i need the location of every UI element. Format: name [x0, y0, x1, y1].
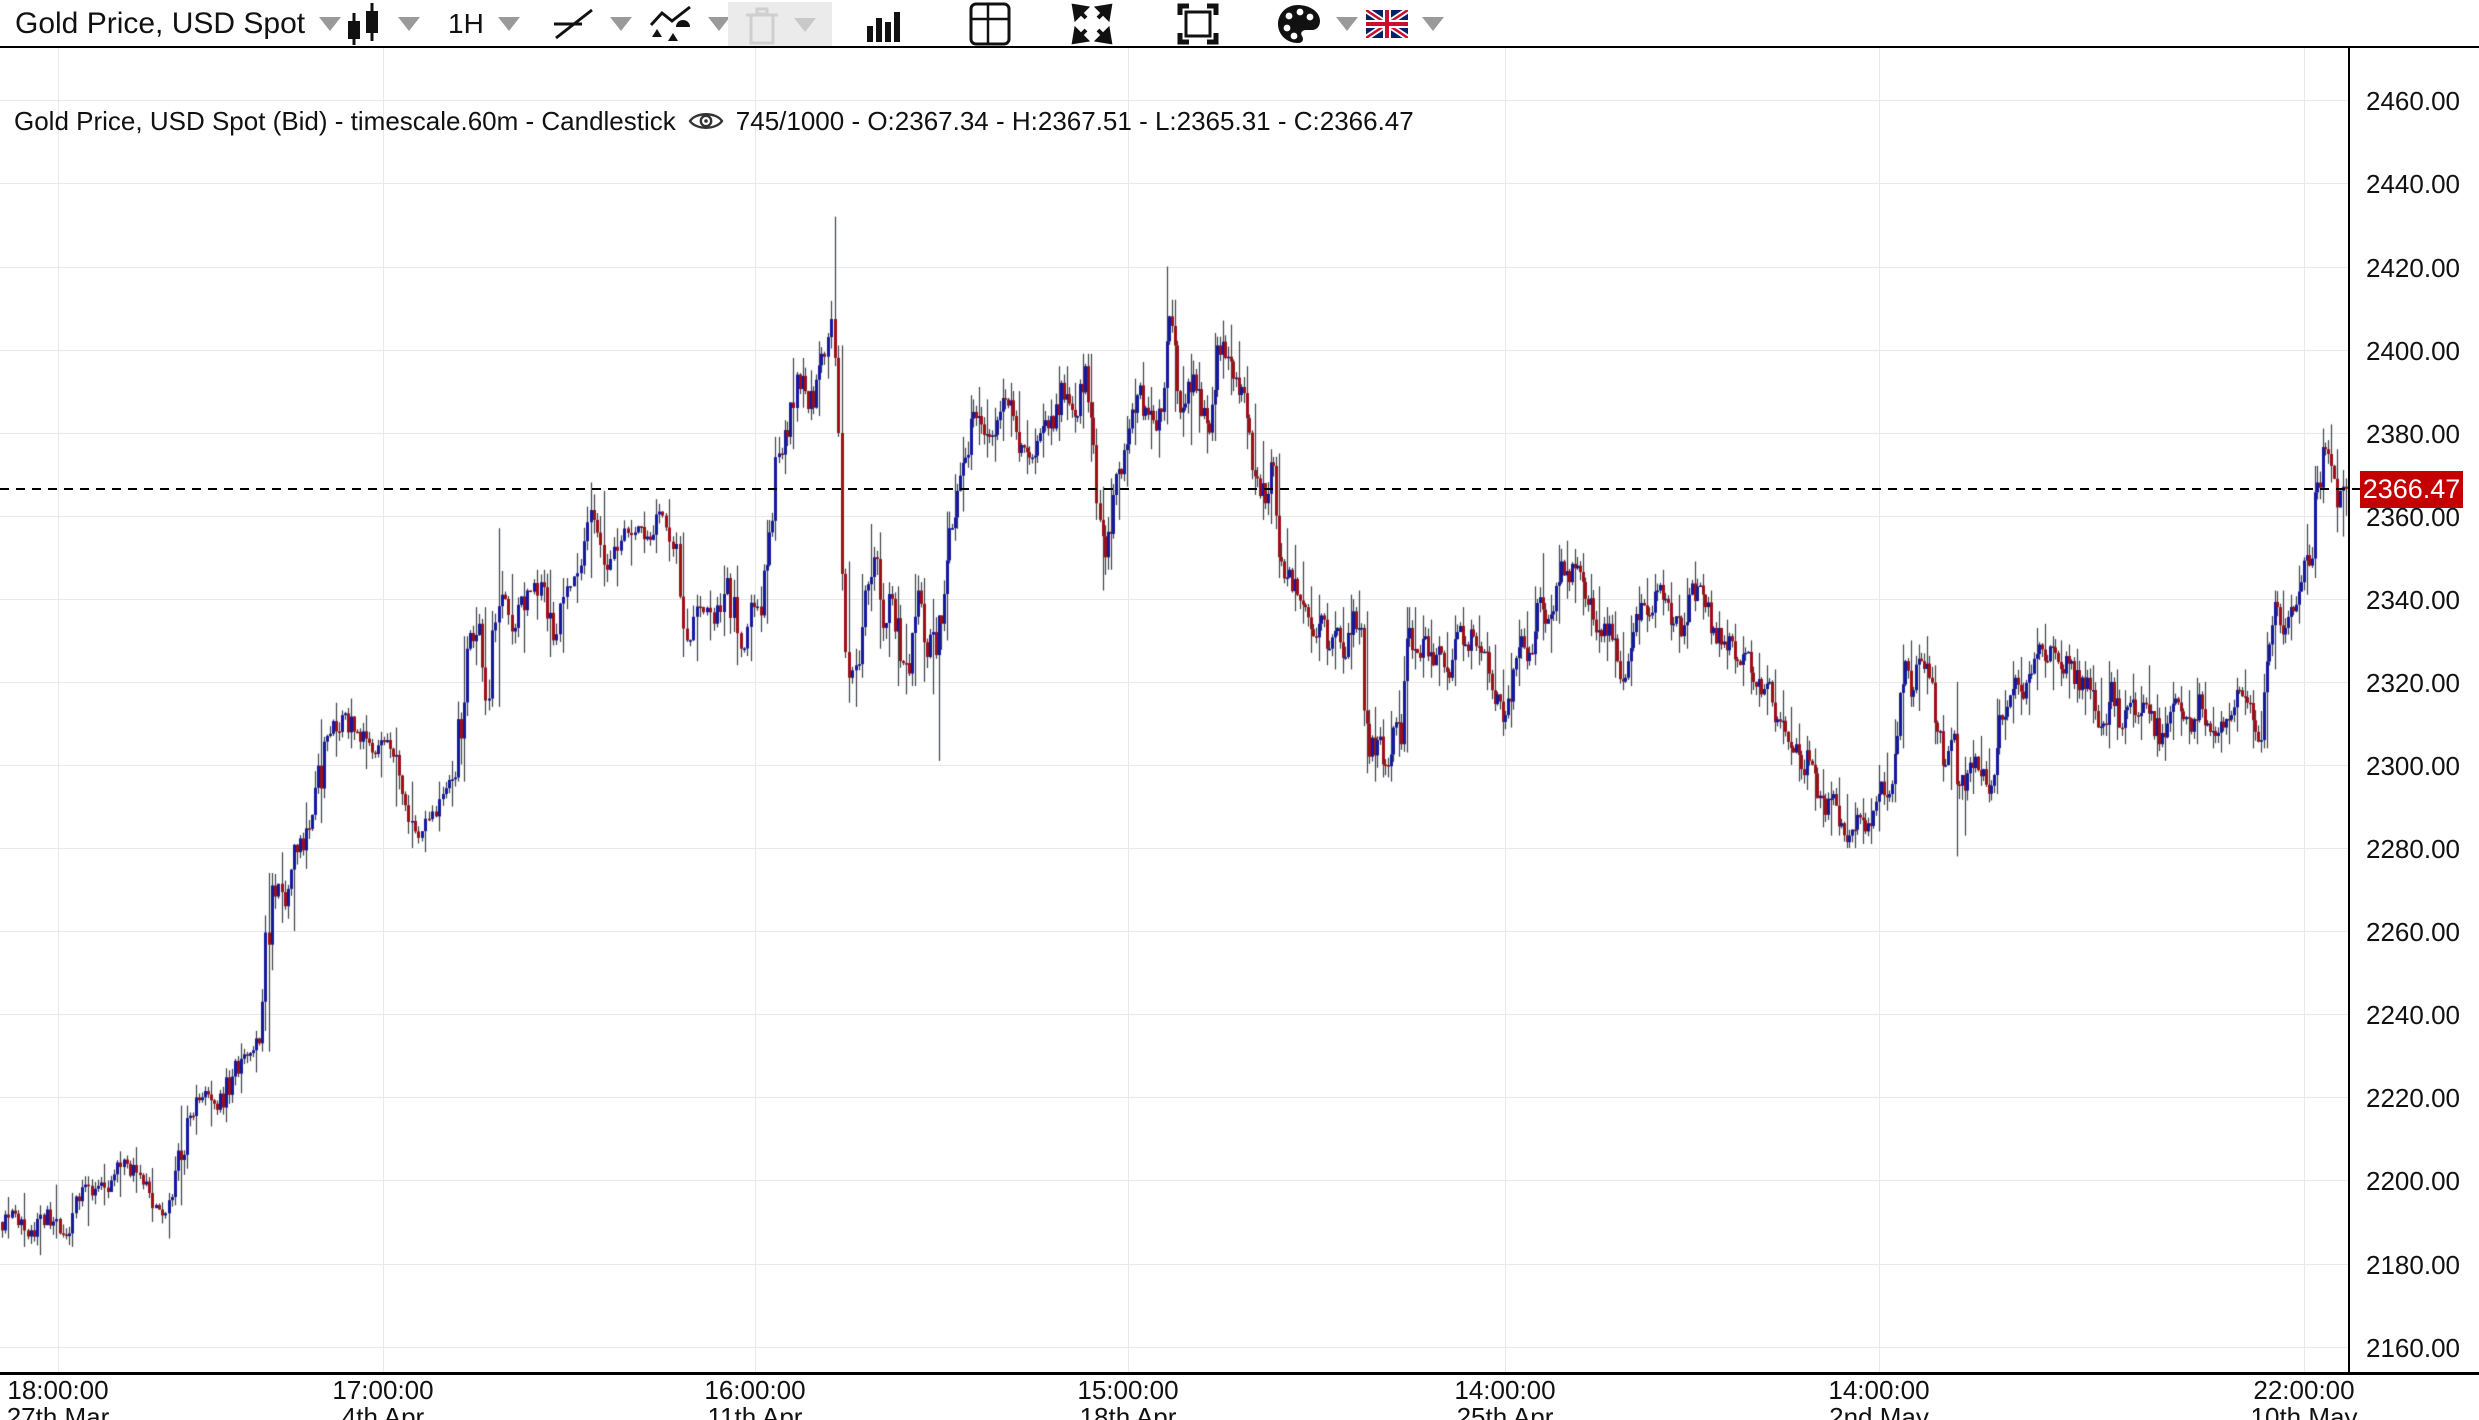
fullscreen-button[interactable] [1070, 0, 1114, 48]
volume-bars-icon [866, 4, 902, 44]
time-tick-label: 16:00:0011th Apr [704, 1377, 805, 1420]
grid-layout-icon [968, 1, 1012, 47]
price-tick-label: 2300.00 [2366, 751, 2460, 782]
price-tick-label: 2420.00 [2366, 253, 2460, 284]
time-tick-label: 22:00:0010th May [2251, 1377, 2358, 1420]
frame-crop-icon [1176, 2, 1220, 46]
chevron-down-icon [794, 18, 816, 32]
price-tick-label: 2380.00 [2366, 419, 2460, 450]
grid-layout-button[interactable] [968, 0, 1012, 48]
price-tick-label: 2400.00 [2366, 336, 2460, 367]
palette-icon [1276, 3, 1322, 45]
toolbar: Gold Price, USD Spot 1H [0, 0, 2479, 48]
time-tick-label: 18:00:0027th Mar [7, 1377, 110, 1420]
time-tick-label: 15:00:0018th Apr [1077, 1377, 1178, 1420]
candlestick-icon [344, 1, 384, 47]
time-axis[interactable]: 18:00:0027th Mar 17:00:004th Apr 16:00:001… [0, 1377, 2479, 1420]
price-axis-border [2348, 48, 2350, 1374]
price-axis[interactable]: 2460.002440.002420.002400.002380.002360.… [2350, 48, 2479, 1374]
time-tick-label: 17:00:004th Apr [332, 1377, 433, 1420]
zigzag-pattern-icon [648, 3, 694, 45]
price-tick-label: 2160.00 [2366, 1333, 2460, 1364]
legend-title: Gold Price, USD Spot (Bid) - timescale.6… [14, 106, 676, 137]
time-tick-label: 14:00:002nd May [1828, 1377, 1929, 1420]
chart-type-button[interactable] [344, 0, 420, 48]
trendline-crossed-icon [552, 4, 596, 44]
instrument-selector[interactable]: Gold Price, USD Spot [15, 0, 341, 48]
price-tick-label: 2220.00 [2366, 1083, 2460, 1114]
price-tick-label: 2340.00 [2366, 585, 2460, 616]
legend-stats: 745/1000 - O:2367.34 - H:2367.51 - L:236… [736, 106, 1414, 137]
chevron-down-icon [610, 17, 632, 31]
screenshot-button[interactable] [1176, 0, 1220, 48]
price-tick-label: 2440.00 [2366, 169, 2460, 200]
uk-flag-icon [1366, 10, 1408, 38]
interval-label: 1H [448, 8, 484, 40]
price-tick-label: 2280.00 [2366, 834, 2460, 865]
price-tick-label: 2200.00 [2366, 1166, 2460, 1197]
trendline-tool-button[interactable] [552, 0, 632, 48]
theme-button[interactable] [1276, 0, 1358, 48]
delete-drawing-button-disabled[interactable] [728, 2, 832, 48]
chart-area: Gold Price, USD Spot (Bid) - timescale.6… [0, 48, 2479, 1374]
current-price-line [0, 488, 2360, 490]
price-tick-label: 2240.00 [2366, 1000, 2460, 1031]
pattern-tool-button[interactable] [648, 0, 730, 48]
chevron-down-icon [1422, 17, 1444, 31]
candlestick-plot-canvas[interactable] [0, 48, 2348, 1374]
price-tick-label: 2460.00 [2366, 86, 2460, 117]
price-tick-label: 2180.00 [2366, 1250, 2460, 1281]
time-tick-label: 14:00:0025th Apr [1454, 1377, 1555, 1420]
interval-selector[interactable]: 1H [448, 0, 520, 48]
volume-toggle-button[interactable] [866, 0, 902, 48]
price-tick-label: 2260.00 [2366, 917, 2460, 948]
chevron-down-icon [708, 17, 730, 31]
chevron-down-icon [319, 17, 341, 31]
expand-arrows-icon [1070, 2, 1114, 46]
instrument-label: Gold Price, USD Spot [15, 7, 305, 41]
eye-visibility-icon[interactable] [688, 108, 724, 134]
chevron-down-icon [1336, 17, 1358, 31]
trash-icon [744, 5, 780, 45]
current-price-tag: 2366.47 [2360, 471, 2463, 508]
language-selector[interactable] [1366, 0, 1444, 48]
price-tick-label: 2320.00 [2366, 668, 2460, 699]
chart-legend: Gold Price, USD Spot (Bid) - timescale.6… [14, 104, 1414, 138]
chevron-down-icon [398, 17, 420, 31]
chevron-down-icon [498, 17, 520, 31]
trading-chart-app: Gold Price, USD Spot 1H [0, 0, 2479, 1420]
